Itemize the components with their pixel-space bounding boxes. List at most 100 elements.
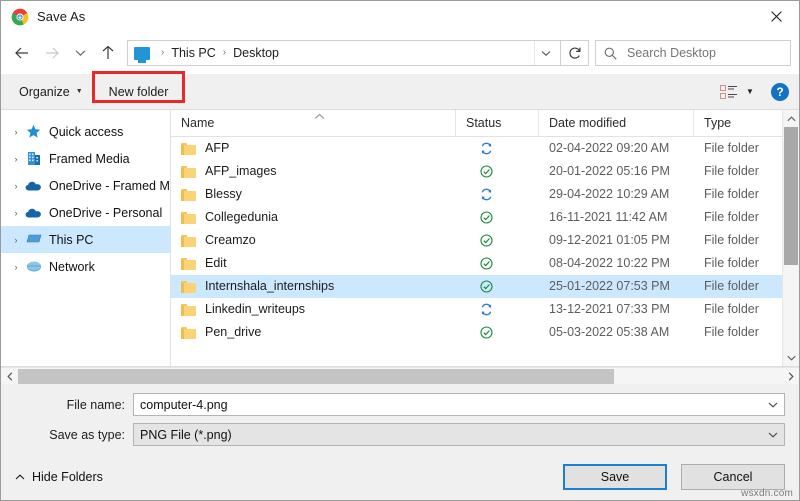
date-modified-cell: 08-04-2022 10:22 PM [539,252,694,275]
chevron-down-icon[interactable] [762,432,784,438]
scroll-right-chevron-right-icon[interactable] [782,368,799,385]
sidebar-item-onedrive-personal[interactable]: › OneDrive - Personal [1,199,170,226]
table-row[interactable]: Blessy29-04-2022 10:29 AMFile folder [171,183,782,206]
column-header-name[interactable]: Name [171,110,456,137]
sidebar-item-framed-media[interactable]: › Framed Media [1,145,170,172]
table-row[interactable]: Creamzo09-12-2021 01:05 PMFile folder [171,229,782,252]
forward-button[interactable] [37,38,67,68]
file-list-pane: Name Status Date modified Type AFP02-04-… [171,110,799,366]
status-cell [456,321,539,344]
sidebar-item-network[interactable]: › Network [1,253,170,280]
command-toolbar: Organize ▼ New folder ▼ ? [1,74,799,110]
dialog-footer: Hide Folders Save Cancel wsxdn.com [1,454,799,500]
search-icon [604,47,617,60]
scrollbar-thumb[interactable] [784,127,798,265]
new-folder-button[interactable]: New folder [101,80,177,104]
type-cell: File folder [694,321,782,344]
status-cell [456,298,539,321]
check-icon [480,234,493,247]
close-icon[interactable] [753,1,799,32]
table-row[interactable]: Pen_drive 05-03-2022 05:38 AMFile folder [171,321,782,344]
breadcrumb-separator: › [217,48,232,58]
address-bar[interactable]: › This PC › Desktop [127,40,561,66]
folder-icon [181,212,196,224]
back-button[interactable] [7,38,37,68]
check-icon [480,211,493,224]
watermark: wsxdn.com [741,488,793,499]
table-row[interactable]: AFP02-04-2022 09:20 AMFile folder [171,137,782,160]
column-header-type[interactable]: Type [694,110,782,137]
column-header-status[interactable]: Status [456,110,539,137]
this-pc-monitor-icon [134,47,150,60]
file-name-cell: Blessy [171,183,456,206]
status-cell [456,160,539,183]
breadcrumb-this-pc[interactable]: This PC [170,46,216,60]
organize-button[interactable]: Organize ▼ [11,80,91,104]
status-cell [456,183,539,206]
scrollbar-track[interactable] [783,127,799,349]
table-row[interactable]: AFP_images20-01-2022 05:16 PMFile folder [171,160,782,183]
monitor-icon [25,231,42,248]
column-header-date-modified[interactable]: Date modified [539,110,694,137]
chevron-down-icon[interactable] [762,402,784,408]
save-form: File name: computer-4.png Save as type: … [1,384,799,454]
file-name-text: Blessy [205,183,242,206]
horizontal-scrollbar[interactable] [1,367,799,384]
chevron-right-icon[interactable]: › [7,177,25,195]
sidebar-item-this-pc[interactable]: › This PC [1,226,170,253]
save-as-type-value: PNG File (*.png) [140,428,762,442]
hide-folders-button[interactable]: Hide Folders [15,470,103,484]
refresh-icon[interactable] [561,40,589,66]
h-scrollbar-track[interactable] [18,368,782,385]
date-modified-cell: 05-03-2022 05:38 AM [539,321,694,344]
file-name-cell: Collegedunia [171,206,456,229]
window-title: Save As [37,9,85,24]
sidebar-item-quick-access[interactable]: › Quick access [1,118,170,145]
save-as-type-select[interactable]: PNG File (*.png) [133,423,785,446]
view-caret-down-icon[interactable]: ▼ [741,82,759,102]
scroll-up-chevron-up-icon[interactable] [783,110,799,127]
breadcrumb-separator: › [155,48,170,58]
save-as-type-row: Save as type: PNG File (*.png) [15,423,785,446]
type-cell: File folder [694,183,782,206]
cancel-button[interactable]: Cancel [681,464,785,490]
chevron-right-icon[interactable]: › [7,231,25,249]
status-cell [456,137,539,160]
new-folder-label: New folder [109,85,169,99]
file-name-input[interactable]: computer-4.png [133,393,785,416]
vertical-scrollbar[interactable] [782,110,799,366]
sidebar-item-label: Quick access [49,125,123,139]
recent-locations-button[interactable] [67,38,93,68]
table-row[interactable]: Edit08-04-2022 10:22 PMFile folder [171,252,782,275]
scroll-left-chevron-left-icon[interactable] [1,368,18,385]
cloud-icon [25,177,42,194]
view-details-icon[interactable] [719,84,739,100]
date-modified-cell: 16-11-2021 11:42 AM [539,206,694,229]
table-row[interactable]: Collegedunia16-11-2021 11:42 AMFile fold… [171,206,782,229]
help-button[interactable]: ? [771,83,789,101]
file-name-row: File name: computer-4.png [15,393,785,416]
chevron-right-icon[interactable]: › [7,204,25,222]
table-row[interactable]: Internshala_internships25-01-2022 07:53 … [171,275,782,298]
file-name-value: computer-4.png [140,398,762,412]
check-icon [480,280,493,293]
address-dropdown-chevron-down-icon[interactable] [534,41,556,65]
chevron-right-icon[interactable]: › [7,150,25,168]
status-cell [456,206,539,229]
file-name-text: Linkedin_writeups [205,298,305,321]
building-icon [25,150,42,167]
file-name-cell: Pen_drive [171,321,456,344]
save-as-dialog: Save As [0,0,800,501]
scroll-down-chevron-down-icon[interactable] [783,349,799,366]
chevron-right-icon[interactable]: › [7,258,25,276]
search-input[interactable] [625,45,790,61]
breadcrumb-desktop[interactable]: Desktop [232,46,280,60]
file-name-cell: Internshala_internships [171,275,456,298]
sidebar-item-onedrive-framed-media[interactable]: › OneDrive - Framed M [1,172,170,199]
table-row[interactable]: Linkedin_writeups13-12-2021 07:33 PMFile… [171,298,782,321]
save-button[interactable]: Save [563,464,667,490]
search-box[interactable] [595,40,791,66]
up-button[interactable] [93,38,123,68]
h-scrollbar-thumb[interactable] [18,369,614,384]
chevron-right-icon[interactable]: › [7,123,25,141]
